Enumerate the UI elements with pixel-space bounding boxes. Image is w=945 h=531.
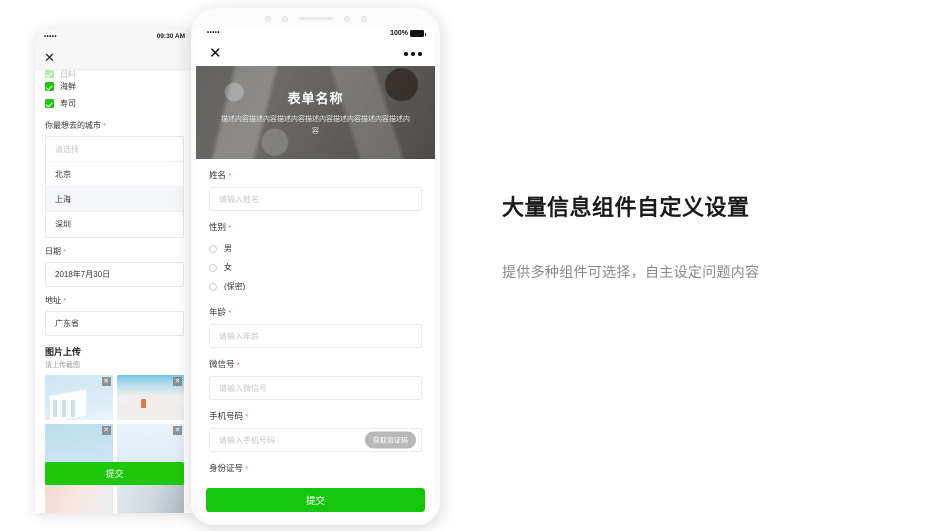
remove-icon[interactable]: ✕ xyxy=(101,377,111,386)
radio-icon[interactable] xyxy=(209,244,217,253)
radio-icon[interactable] xyxy=(209,282,217,291)
more-options-icon[interactable] xyxy=(404,51,422,56)
required-marker: * xyxy=(63,298,66,305)
left-submit-button[interactable]: 提交 xyxy=(45,462,184,485)
left-nav-bar: ✕ xyxy=(35,45,194,70)
battery-percent-label: 100% xyxy=(390,29,408,37)
city-placeholder[interactable]: 请选择 xyxy=(46,137,183,162)
remove-icon[interactable]: ✕ xyxy=(173,377,182,386)
close-icon[interactable]: ✕ xyxy=(44,51,55,64)
upload-section-subtitle: 请上传截图 xyxy=(45,362,80,369)
age-input[interactable]: 请输入年龄 xyxy=(209,324,422,348)
required-marker: * xyxy=(236,362,240,369)
idcard-field-label: 身份证号 * xyxy=(209,463,249,473)
checkbox-label: 日料 xyxy=(60,70,76,78)
sensor-icon xyxy=(281,15,288,22)
speaker-grille-icon xyxy=(298,16,333,21)
get-verification-code-button[interactable]: 获取验证码 xyxy=(365,431,416,449)
gender-field-label: 性别 * xyxy=(209,222,232,232)
age-field-label: 年龄 * xyxy=(209,307,232,317)
copy-subtext: 提供多种组件可选择，自主设定问题内容 xyxy=(502,264,760,280)
checkbox-label: 寿司 xyxy=(60,99,76,108)
checkbox-item[interactable]: 日料 xyxy=(35,70,194,78)
city-option-beijing[interactable]: 北京 xyxy=(46,162,183,187)
city-option-shenzhen[interactable]: 深圳 xyxy=(46,212,183,237)
phone-field-label: 手机号码 * xyxy=(209,411,249,421)
city-field-label: 你最想去的城市 * xyxy=(45,121,106,130)
signal-icon: ••••• xyxy=(44,33,58,40)
radio-label: 女 xyxy=(224,263,232,272)
radio-icon[interactable] xyxy=(209,263,217,272)
required-marker: * xyxy=(228,225,232,232)
battery-indicator: 100% xyxy=(390,29,426,37)
right-nav-bar: ✕ xyxy=(196,41,435,66)
required-marker: * xyxy=(245,414,249,421)
camera-icon xyxy=(343,15,350,22)
phone-input[interactable]: 请输入手机号码 获取验证码 xyxy=(209,428,422,452)
address-field-label: 地址 * xyxy=(45,296,66,305)
required-marker: * xyxy=(245,466,249,473)
left-status-time: 09:30 AM xyxy=(156,33,185,40)
city-option-shanghai[interactable]: 上海 xyxy=(46,187,183,212)
right-phone-screen: ••••• 100% ✕ 表单名称 描述内容描述内容描述内容描述内容描述内容描述… xyxy=(196,25,435,521)
banner-title: 表单名称 xyxy=(287,90,344,106)
right-status-bar: ••••• 100% xyxy=(196,25,435,41)
left-phone-mockup: ••••• 09:30 AM ✕ 日料 海鲜 寿司 你最想去的城市 * 请选择 … xyxy=(35,28,194,513)
form-banner: 表单名称 描述内容描述内容描述内容描述内容描述内容描述内容描述内容 xyxy=(196,66,435,159)
upload-thumbnail-grid: ✕ ✕ ✕ ✕ ✕ ✕ xyxy=(35,375,194,513)
sensor-icon xyxy=(360,15,367,22)
close-icon[interactable]: ✕ xyxy=(209,46,222,61)
remove-icon[interactable]: ✕ xyxy=(173,426,182,435)
checkbox-checked-icon[interactable] xyxy=(45,82,54,91)
gender-option-private[interactable]: (保密) xyxy=(196,277,435,296)
checkbox-checked-icon[interactable] xyxy=(45,99,54,108)
date-input[interactable]: 2018年7月30日 xyxy=(45,262,184,287)
wechat-input[interactable]: 请输入微信号 xyxy=(209,376,422,400)
signal-icon: ••••• xyxy=(207,30,221,36)
upload-thumbnail[interactable]: ✕ xyxy=(45,375,113,420)
address-input[interactable]: 广东省 xyxy=(45,311,184,336)
required-marker: * xyxy=(63,249,66,256)
wechat-field-label: 微信号 * xyxy=(209,359,240,369)
checkbox-item[interactable]: 海鲜 xyxy=(35,78,194,95)
required-marker: * xyxy=(228,173,232,180)
right-submit-button[interactable]: 提交 xyxy=(206,488,425,512)
name-field-label: 姓名 * xyxy=(209,170,232,180)
required-marker: * xyxy=(228,310,232,317)
gender-option-female[interactable]: 女 xyxy=(196,258,435,277)
required-marker: * xyxy=(103,123,106,130)
left-status-bar: ••••• 09:30 AM xyxy=(35,28,194,45)
checkbox-item[interactable]: 寿司 xyxy=(35,95,194,112)
copy-heading: 大量信息组件自定义设置 xyxy=(502,195,750,220)
date-field-label: 日期 * xyxy=(45,247,66,256)
phone-notch xyxy=(196,12,435,25)
camera-icon xyxy=(264,15,271,22)
city-select-list[interactable]: 请选择 北京 上海 深圳 xyxy=(45,136,184,238)
banner-description: 描述内容描述内容描述内容描述内容描述内容描述内容描述内容 xyxy=(221,115,410,135)
right-phone-mockup: ••••• 100% ✕ 表单名称 描述内容描述内容描述内容描述内容描述内容描述… xyxy=(191,8,440,525)
radio-label: (保密) xyxy=(224,282,246,291)
remove-icon[interactable]: ✕ xyxy=(101,426,111,435)
checkbox-checked-icon[interactable] xyxy=(45,70,54,78)
marketing-copy: 大量信息组件自定义设置 提供多种组件可选择，自主设定问题内容 xyxy=(502,190,922,282)
phone-input-placeholder: 请输入手机号码 xyxy=(219,435,275,445)
checkbox-label: 海鲜 xyxy=(60,82,76,91)
battery-icon xyxy=(410,29,426,37)
left-form-body: 日料 海鲜 寿司 你最想去的城市 * 请选择 北京 上海 深圳 日期 * 201… xyxy=(35,70,194,513)
name-input[interactable]: 请输入姓名 xyxy=(209,187,422,211)
upload-section-title: 图片上传 xyxy=(45,347,82,357)
gender-option-male[interactable]: 男 xyxy=(196,239,435,258)
radio-label: 男 xyxy=(224,244,232,253)
upload-thumbnail[interactable]: ✕ xyxy=(116,375,184,420)
form-fields: 姓名 * 请输入姓名 性别 * 男 女 (保密) 年龄 * 请输入年龄 微信号 … xyxy=(196,159,435,484)
